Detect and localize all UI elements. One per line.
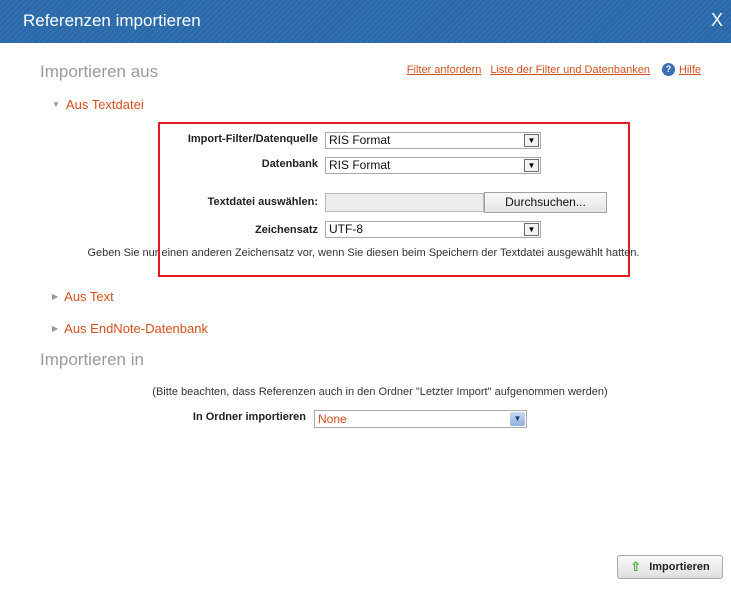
triangle-right-icon: ▶: [52, 292, 59, 301]
database-select[interactable]: RIS Format ▼: [325, 157, 541, 174]
triangle-right-icon: ▶: [52, 324, 59, 333]
file-path-input[interactable]: [325, 193, 484, 212]
database-select-value: RIS Format: [329, 158, 391, 172]
expander-endnote[interactable]: ▶ Aus EndNote-Datenbank: [52, 321, 208, 336]
dialog-title: Referenzen importieren: [23, 11, 201, 30]
file-row: Textdatei auswählen:: [160, 196, 318, 208]
database-row: Datenbank: [160, 158, 318, 170]
filter-list-link[interactable]: Liste der Filter und Datenbanken: [490, 64, 650, 76]
filter-request-link[interactable]: Filter anfordern: [407, 64, 482, 76]
expander-text-file-label: Aus Textdatei: [65, 97, 144, 112]
dialog-titlebar: Referenzen importieren X: [0, 0, 731, 43]
browse-button[interactable]: Durchsuchen...: [484, 192, 607, 213]
chevron-down-icon: ▼: [524, 134, 539, 147]
charset-select-value: UTF-8: [329, 222, 363, 236]
folder-row: In Ordner importieren: [160, 411, 306, 423]
filter-select[interactable]: RIS Format ▼: [325, 132, 541, 149]
filter-select-value: RIS Format: [329, 133, 391, 147]
filter-label: Import-Filter/Datenquelle: [187, 133, 318, 145]
import-into-heading: Importieren in: [40, 350, 144, 369]
import-into-note: (Bitte beachten, dass Referenzen auch in…: [152, 386, 608, 398]
folder-select[interactable]: None ▼: [314, 410, 527, 428]
expander-endnote-label: Aus EndNote-Datenbank: [64, 321, 208, 336]
expander-text-file[interactable]: ▼ Aus Textdatei: [52, 97, 144, 112]
folder-select-value: None: [318, 412, 347, 426]
close-button[interactable]: X: [711, 10, 723, 31]
expander-text[interactable]: ▶ Aus Text: [52, 289, 114, 304]
import-button-label: Importieren: [649, 561, 710, 573]
charset-label: Zeichensatz: [255, 224, 318, 236]
expander-text-label: Aus Text: [64, 289, 114, 304]
import-button[interactable]: ⇧ Importieren: [617, 555, 723, 579]
filter-row: Import-Filter/Datenquelle: [160, 133, 318, 145]
chevron-down-icon: ▼: [524, 223, 539, 236]
charset-select[interactable]: UTF-8 ▼: [325, 221, 541, 238]
up-arrow-icon: ⇧: [630, 559, 642, 574]
charset-row: Zeichensatz: [160, 224, 318, 236]
triangle-down-icon: ▼: [52, 100, 60, 109]
chevron-down-icon: ▼: [524, 159, 539, 172]
database-label: Datenbank: [261, 158, 318, 170]
file-label: Textdatei auswählen:: [207, 196, 318, 208]
help-icon[interactable]: ?: [661, 63, 675, 76]
chevron-down-icon: ▼: [510, 412, 525, 426]
folder-label: In Ordner importieren: [192, 411, 306, 423]
top-links: Filter anfordern Liste der Filter und Da…: [398, 63, 701, 76]
help-link[interactable]: Hilfe: [679, 64, 701, 76]
import-from-heading: Importieren aus: [40, 62, 159, 81]
charset-note: Geben Sie nur einen anderen Zeichensatz …: [87, 247, 640, 259]
